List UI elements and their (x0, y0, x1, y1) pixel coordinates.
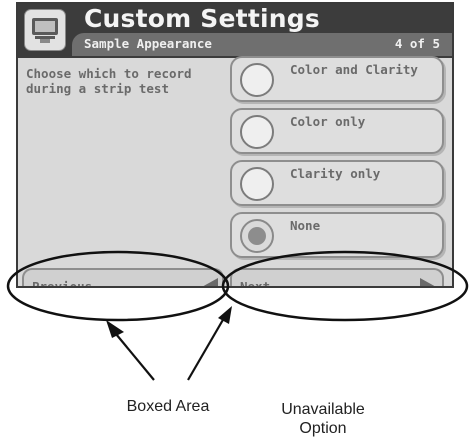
callout-arrow-line (187, 317, 225, 381)
unavailable-option-caption: Unavailable Option (258, 400, 388, 438)
callout-ellipse-previous (6, 250, 230, 322)
caption-line: Unavailable (281, 401, 365, 418)
callout-overlay (6, 250, 469, 381)
callout-ellipse-next (221, 250, 469, 322)
arrow-up-icon (218, 306, 232, 324)
callout-arrow-line (115, 333, 155, 381)
boxed-area-caption: Boxed Area (126, 398, 210, 415)
arrow-up-icon (106, 320, 124, 338)
caption-line: Option (299, 420, 347, 437)
